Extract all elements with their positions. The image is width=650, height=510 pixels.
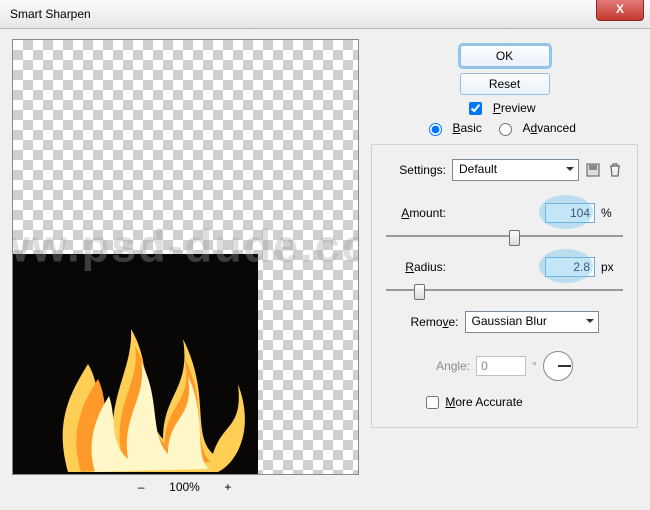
- amount-input[interactable]: [545, 203, 595, 223]
- basic-radio[interactable]: [429, 123, 442, 136]
- radius-unit: px: [601, 260, 623, 274]
- preview-label[interactable]: Preview: [493, 101, 536, 115]
- window-title: Smart Sharpen: [0, 7, 91, 21]
- amount-slider[interactable]: [386, 227, 623, 245]
- radius-thumb[interactable]: [414, 284, 425, 300]
- options-panel: OK Reset Preview Basic Advanced Settings…: [371, 39, 638, 495]
- dialog-content: www.psd-dude.com – 100% + OK Reset Previ…: [0, 29, 650, 505]
- angle-dial[interactable]: [543, 351, 573, 381]
- advanced-radio[interactable]: [499, 123, 512, 136]
- angle-unit: °: [532, 359, 537, 373]
- mode-radios: Basic Advanced: [371, 121, 638, 135]
- angle-label: Angle:: [436, 359, 470, 373]
- radius-slider[interactable]: [386, 281, 623, 299]
- delete-preset-icon[interactable]: [607, 162, 623, 178]
- remove-combo[interactable]: Gaussian Blur: [465, 311, 599, 333]
- radius-label: Radius:: [386, 260, 446, 274]
- reset-button[interactable]: Reset: [460, 73, 550, 95]
- amount-label: Amount:: [386, 206, 446, 220]
- more-accurate-checkbox[interactable]: [426, 396, 439, 409]
- settings-group: Settings: Default Amount: %: [371, 144, 638, 428]
- preview-checkbox[interactable]: [469, 102, 482, 115]
- ok-button[interactable]: OK: [460, 45, 550, 67]
- remove-label: Remove:: [410, 315, 458, 329]
- radius-input[interactable]: [545, 257, 595, 277]
- zoom-out-button[interactable]: –: [131, 479, 151, 495]
- preview-canvas[interactable]: www.psd-dude.com: [12, 39, 359, 475]
- watermark: www.psd-dude.com: [12, 221, 359, 273]
- close-button[interactable]: X: [596, 0, 644, 21]
- zoom-in-button[interactable]: +: [218, 479, 238, 495]
- basic-label[interactable]: Basic: [452, 121, 481, 135]
- settings-label: Settings:: [386, 163, 446, 177]
- smart-sharpen-dialog: Smart Sharpen X www.psd-dude.com – 100%: [0, 0, 650, 510]
- save-preset-icon[interactable]: [585, 162, 601, 178]
- preview-image: [13, 254, 258, 474]
- advanced-label[interactable]: Advanced: [522, 121, 575, 135]
- amount-thumb[interactable]: [509, 230, 520, 246]
- angle-input: [476, 356, 526, 376]
- amount-unit: %: [601, 206, 623, 220]
- settings-combo[interactable]: Default: [452, 159, 579, 181]
- zoom-percent: 100%: [155, 480, 215, 494]
- more-accurate-label[interactable]: More Accurate: [445, 395, 522, 409]
- preview-column: www.psd-dude.com – 100% +: [12, 39, 357, 495]
- titlebar[interactable]: Smart Sharpen X: [0, 0, 650, 29]
- zoom-controls: – 100% +: [12, 479, 357, 495]
